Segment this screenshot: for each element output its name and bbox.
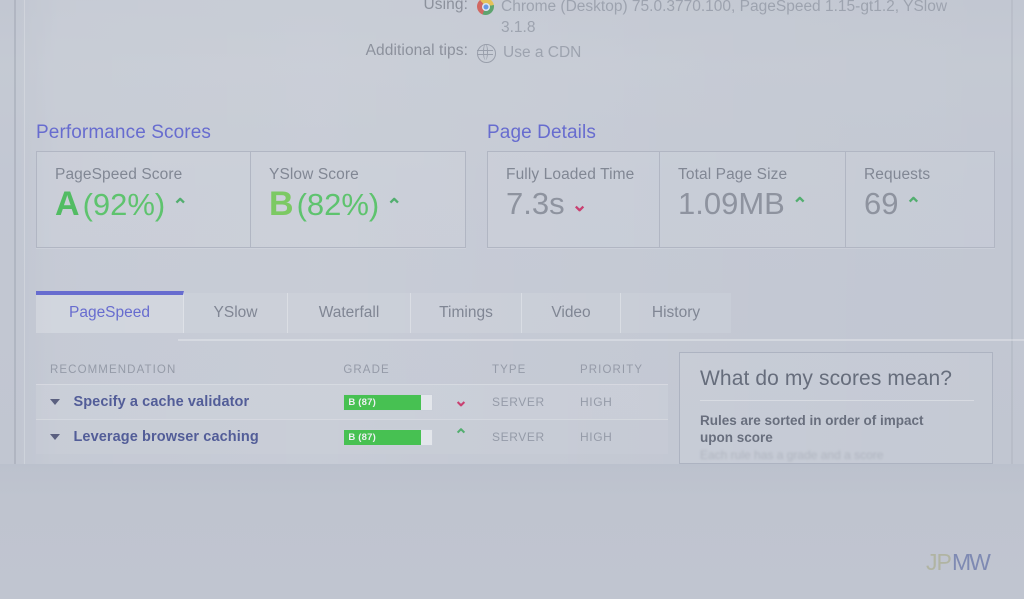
page-details-title: Page Details [487, 122, 596, 143]
card-value: B (82%) ⌃ [269, 186, 447, 228]
total-page-size-value: 1.09MB [678, 186, 785, 221]
using-row: Using: Chrome (Desktop) 75.0.3770.100, P… [0, 0, 1024, 38]
tab-label: PageSpeed [68, 304, 151, 321]
card-label: Requests [864, 166, 931, 183]
row-trend-down-icon: ⌄ [453, 391, 469, 410]
card-value: 1.09MB ⌃ [678, 186, 827, 227]
recommendations-table: RECOMMENDATION GRADE TYPE PRIORITY Speci… [36, 358, 668, 454]
tab-waterfall[interactable]: Waterfall [288, 293, 411, 333]
card-label: YSlow Score [269, 166, 359, 183]
tab-label: Video [551, 304, 591, 321]
row-recommendation-cell[interactable]: Leverage browser caching [50, 428, 343, 446]
fully-loaded-time-value: 7.3s [506, 186, 565, 221]
header-type: TYPE [492, 364, 527, 376]
tab-label: YSlow [213, 304, 258, 321]
screenshot-root: Using: Chrome (Desktop) 75.0.3770.100, P… [0, 0, 1024, 599]
chevron-down-icon[interactable] [50, 399, 60, 405]
total-page-size-trend-up-icon: ⌃ [791, 195, 808, 216]
yslow-percent: (82%) [296, 187, 380, 222]
tab-timings[interactable]: Timings [411, 293, 522, 333]
page-details-group: Fully Loaded Time 7.3s ⌄ Total Page Size… [487, 151, 995, 248]
card-yslow-score: YSlow Score B (82%) ⌃ [251, 152, 465, 247]
card-value: 7.3s ⌄ [506, 186, 641, 227]
card-label: PageSpeed Score [55, 166, 183, 183]
help-panel-body: Rules are sorted in order of impact upon… [700, 413, 924, 445]
header-priority: PRIORITY [580, 364, 644, 376]
pagespeed-grade: A [55, 185, 80, 223]
tabs-underline [178, 339, 1024, 341]
chevron-down-icon[interactable] [50, 434, 60, 440]
tab-pagespeed[interactable]: PageSpeed [36, 291, 184, 333]
row-type: SERVER [492, 395, 545, 409]
row-priority: HIGH [580, 395, 613, 409]
row-recommendation-cell[interactable]: Specify a cache validator [50, 393, 343, 411]
grade-bar: B (87) [343, 428, 434, 446]
card-value: A (92%) ⌃ [55, 186, 232, 228]
performance-scores-group: PageSpeed Score A (92%) ⌃ YSlow Score B … [36, 151, 466, 248]
tab-video[interactable]: Video [522, 293, 621, 333]
recommendation-name[interactable]: Specify a cache validator [73, 394, 249, 410]
row-grade-cell: B (87) ⌄ [343, 391, 492, 412]
requests-trend-up-icon: ⌃ [905, 195, 922, 216]
row-trend-up-icon: ⌃ [453, 426, 469, 445]
page-bottom-background [0, 464, 1024, 599]
yslow-trend-up-icon: ⌃ [386, 196, 403, 217]
globe-icon [476, 43, 496, 63]
card-value: 69 ⌃ [864, 186, 976, 227]
using-value: Chrome (Desktop) 75.0.3770.100, PageSpee… [501, 0, 948, 36]
using-value-wrap: Chrome (Desktop) 75.0.3770.100, PageSpee… [477, 0, 971, 38]
watermark-logo: JP MW [926, 548, 1000, 580]
performance-scores-title: Performance Scores [36, 122, 211, 143]
card-total-page-size: Total Page Size 1.09MB ⌃ [660, 152, 846, 247]
card-label: Total Page Size [678, 166, 788, 183]
card-requests: Requests 69 ⌃ [846, 152, 994, 247]
header-recommendation: RECOMMENDATION [50, 364, 177, 376]
requests-value: 69 [864, 186, 899, 221]
tab-label: Waterfall [318, 304, 380, 321]
table-row[interactable]: Leverage browser caching B (87) ⌃ SERVER… [36, 419, 668, 454]
grade-bar-label: B (87) [348, 431, 376, 443]
recommendation-name[interactable]: Leverage browser caching [73, 429, 258, 445]
row-grade-cell: B (87) ⌃ [343, 426, 492, 447]
using-label: Using: [423, 0, 468, 13]
fully-loaded-time-trend-down-icon: ⌄ [571, 195, 588, 216]
watermark-tagline [946, 572, 948, 577]
tab-yslow[interactable]: YSlow [184, 293, 288, 333]
tips-value[interactable]: Use a CDN [503, 42, 581, 63]
tips-value-wrap: Use a CDN [476, 42, 581, 63]
chrome-icon [477, 0, 494, 15]
header-grade: GRADE [343, 364, 390, 376]
grade-bar-label: B (87) [348, 396, 376, 408]
card-label: Fully Loaded Time [506, 166, 635, 183]
row-type: SERVER [492, 430, 545, 444]
table-header-row: RECOMMENDATION GRADE TYPE PRIORITY [36, 358, 668, 384]
right-page-edge [1011, 0, 1013, 466]
help-panel-clipped-line: Each rule has a grade and a score [700, 448, 884, 462]
test-metadata: Using: Chrome (Desktop) 75.0.3770.100, P… [0, 0, 1024, 66]
help-panel-title: What do my scores mean? [700, 367, 974, 401]
svg-text:MW: MW [952, 549, 991, 575]
tab-label: History [651, 304, 701, 321]
tab-label: Timings [439, 304, 493, 321]
tips-row: Additional tips: Use a CDN [0, 42, 1024, 63]
grade-bar: B (87) [343, 393, 434, 411]
card-fully-loaded-time: Fully Loaded Time 7.3s ⌄ [488, 152, 660, 247]
row-priority: HIGH [580, 430, 613, 444]
pagespeed-percent: (92%) [82, 187, 166, 222]
yslow-grade: B [269, 185, 294, 223]
left-gutter-edge [14, 0, 16, 466]
pagespeed-trend-up-icon: ⌃ [172, 196, 189, 217]
left-gutter-highlight [24, 0, 25, 466]
tab-history[interactable]: History [621, 293, 731, 333]
tips-label: Additional tips: [365, 42, 468, 59]
card-pagespeed-score: PageSpeed Score A (92%) ⌃ [37, 152, 251, 247]
table-row[interactable]: Specify a cache validator B (87) ⌄ SERVE… [36, 384, 668, 419]
scores-help-panel: What do my scores mean? Rules are sorted… [679, 352, 993, 464]
report-tabs: PageSpeed YSlow Waterfall Timings Video … [36, 291, 731, 333]
